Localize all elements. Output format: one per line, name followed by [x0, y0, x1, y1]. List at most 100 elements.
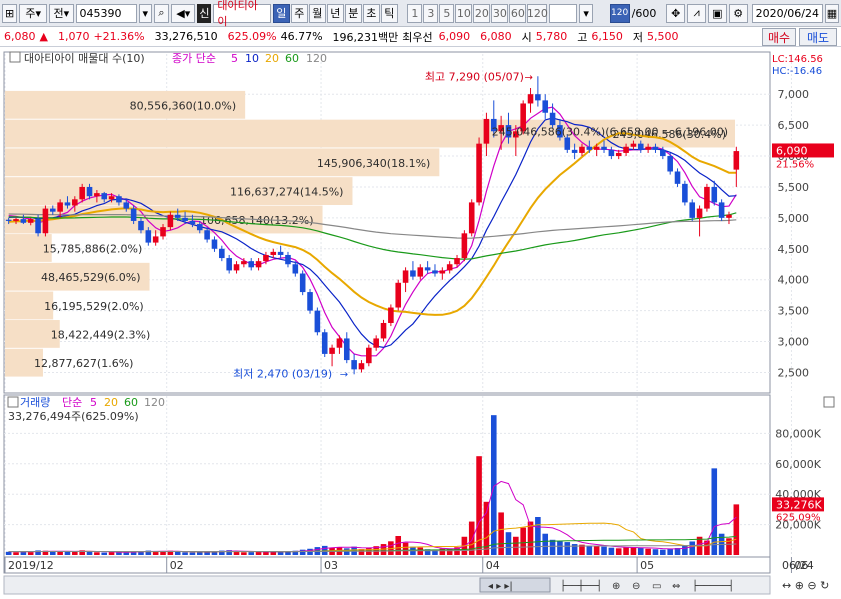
slider-track-icon[interactable]: ├─────┤ [692, 579, 734, 592]
volume-bar [557, 541, 563, 555]
period-tab[interactable]: 초 [362, 3, 380, 23]
period-tab[interactable]: 분 [344, 3, 362, 23]
chart-toolbar: ⊞ 주 ▾ 전 ▾ 045390 ▾ ⌕ ◀▾ 신 대아티아이 일주월년분초틱 13… [0, 0, 841, 28]
period-tab[interactable]: 월 [308, 3, 326, 23]
chart-svg[interactable]: 12,877,627(1.6%) 18,422,449(2.3%) 16,195,5… [0, 48, 841, 596]
minute-tab[interactable]: 1 [407, 3, 423, 23]
volume-bar [116, 552, 122, 555]
candle-body [196, 224, 203, 231]
low-price: 5,500 [647, 30, 679, 43]
candle-body [248, 261, 255, 268]
candle-body [42, 208, 49, 234]
zoom-in-icon[interactable]: ⊕ [612, 581, 620, 592]
candle-body [116, 196, 122, 203]
vol-ma120-label: 120 [144, 396, 165, 409]
candle-body [726, 214, 732, 218]
candle-body [263, 254, 269, 262]
minute-tab[interactable]: 120 [527, 3, 548, 23]
chart-area[interactable]: 12,877,627(1.6%) 18,422,449(2.3%) 16,195,5… [0, 48, 841, 596]
minute-tab[interactable]: 60 [509, 3, 527, 23]
volume-bar [689, 541, 696, 555]
minute-tab[interactable]: 10 [455, 3, 473, 23]
crosshair-icon[interactable]: ✥ [666, 3, 686, 23]
stock-name-field[interactable]: 대아티아이 [213, 0, 271, 28]
minute-tab[interactable]: 30 [491, 3, 509, 23]
volume-bar [630, 547, 637, 555]
up-arrow-icon: ▲ [39, 30, 48, 43]
volume-bar [277, 552, 284, 555]
candle-body [13, 219, 19, 221]
candle-body [94, 193, 100, 197]
fit-icon[interactable]: ⇔ [672, 581, 680, 592]
low-arrow-icon: → [340, 369, 348, 380]
minute-tab[interactable]: 5 [439, 3, 455, 23]
zoom-out-icon[interactable]: ⊖ [632, 581, 640, 592]
minute-tab[interactable]: 3 [423, 3, 439, 23]
volume-ratio: 625.09% [227, 30, 277, 43]
code-dropdown-icon[interactable]: ▾ [138, 3, 152, 23]
candle-body [388, 307, 394, 323]
candle-body [667, 156, 673, 172]
volume-profile-label: 12,877,627(1.6%) [34, 357, 134, 370]
code-type-select[interactable]: 전 ▾ [49, 3, 74, 23]
zoom-slider-icon[interactable]: ├──┼──┤ [560, 579, 602, 592]
buy-button[interactable]: 매수 [762, 28, 796, 46]
price-tick-label: 3,500 [778, 305, 810, 318]
save-image-icon[interactable]: ▣ [707, 3, 727, 23]
volume-bar [667, 548, 673, 555]
search-icon[interactable]: ⌕ [153, 3, 170, 23]
volume-bar [593, 545, 600, 555]
legend-toggle-icon[interactable] [9, 51, 21, 63]
candle-body [49, 208, 56, 212]
panel-collapse-icon[interactable] [823, 396, 835, 408]
price-tick-label: 6,500 [778, 119, 810, 132]
calendar-icon[interactable]: ▦ [824, 3, 839, 23]
stock-code-input[interactable]: 045390 [75, 3, 137, 23]
nav-icons[interactable]: ↔ ⊕ ⊖ ↻ [782, 579, 829, 592]
sell-button[interactable]: 매도 [799, 28, 837, 46]
indicator-icon[interactable]: ⩘ [687, 3, 706, 23]
reset-zoom-icon[interactable]: ▭ [652, 581, 661, 592]
gear-icon[interactable]: ⚙ [728, 3, 748, 23]
open-label: 시 [521, 30, 532, 44]
best-ask-price: 6,090 [438, 30, 471, 43]
candle-body [57, 202, 63, 212]
candle-body [623, 146, 629, 153]
period-tab[interactable]: 주 [290, 3, 308, 23]
period-tab[interactable]: 틱 [380, 3, 398, 23]
high-annotation: 최고 7,290 (05/07) [425, 70, 524, 83]
price-legend-title: 대아티아이 매물대 수(10) [24, 52, 145, 65]
minute-custom-input[interactable] [549, 3, 578, 23]
volume-legend-icon[interactable] [7, 396, 19, 408]
candle-body [689, 202, 696, 218]
period-tab[interactable]: 일 [272, 3, 290, 23]
speaker-icon[interactable]: ◀▾ [171, 3, 196, 23]
volume-bar [660, 549, 666, 555]
volume-bar [64, 551, 71, 555]
chart-type-select[interactable]: 주 ▾ [19, 3, 48, 23]
minute-tab[interactable]: 20 [473, 3, 491, 23]
candle-body [468, 202, 475, 234]
candle-body [343, 338, 350, 361]
candle-body [204, 230, 210, 240]
volume-bar [564, 542, 571, 555]
chart-settings-icon[interactable]: ⊞ [2, 3, 18, 23]
code-type-value: 전 [53, 7, 64, 20]
candle-body [593, 146, 600, 150]
volume-bar [152, 551, 159, 555]
range-annotation: 245,046,586(30.4%)(6,658.00 ~ 6,196.00) [492, 125, 728, 138]
count-display[interactable]: 120 [609, 3, 630, 23]
minute-dropdown-icon[interactable]: ▾ [579, 3, 593, 23]
price-tick-label: 4,500 [778, 243, 810, 256]
volume-title: 거래량 [20, 396, 50, 409]
candle-body [549, 112, 556, 126]
volume-bar [645, 548, 651, 555]
candle-body [314, 310, 321, 333]
volume-tick-label: 80,000K [775, 427, 821, 440]
date-input[interactable]: 2020/06/24 [751, 3, 823, 23]
ma20-label: 20 [265, 52, 279, 65]
period-tab[interactable]: 년 [326, 3, 344, 23]
candle-body [152, 236, 159, 243]
candle-body [145, 230, 152, 243]
ma120-label: 120 [306, 52, 327, 65]
